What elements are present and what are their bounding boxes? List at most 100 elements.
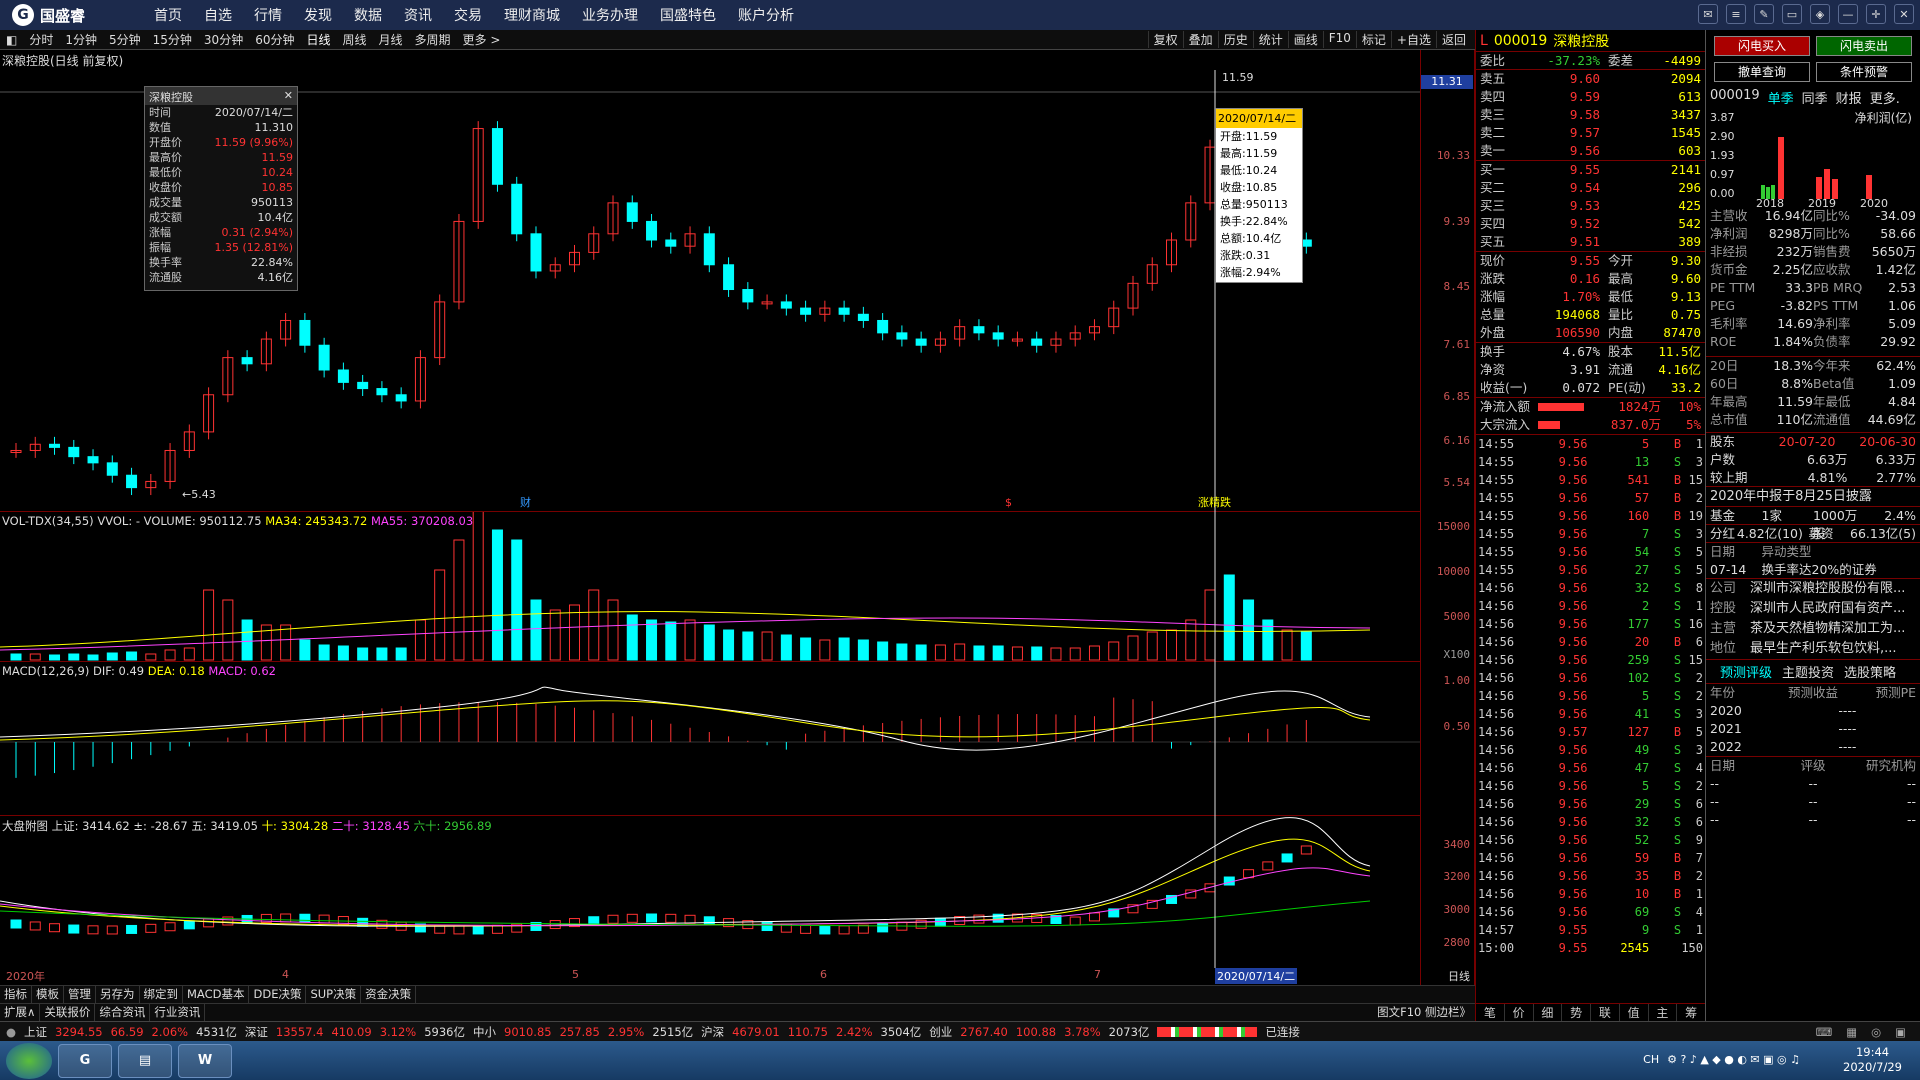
indicator-tool[interactable]: 绑定到 bbox=[140, 986, 183, 1003]
quote-tab[interactable]: 值 bbox=[1620, 1004, 1649, 1021]
period-tab[interactable]: 月线 bbox=[373, 31, 409, 48]
index-panel[interactable]: 大盘附图 上证: 3414.62 ±: -28.67 五: 3419.05 十:… bbox=[0, 816, 1420, 986]
quote-tab[interactable]: 笔 bbox=[1476, 1004, 1505, 1021]
nav-data[interactable]: 数据 bbox=[354, 5, 382, 25]
quote-tab[interactable]: 联 bbox=[1591, 1004, 1620, 1021]
period-tab[interactable]: 周线 bbox=[337, 31, 373, 48]
expand-button[interactable]: 扩展∧ bbox=[0, 1004, 41, 1021]
period-tab[interactable]: 60分钟 bbox=[249, 31, 300, 48]
ring-icon[interactable]: ◎ bbox=[1871, 1025, 1881, 1039]
tool-f10[interactable]: F10 bbox=[1322, 31, 1356, 48]
tab-related[interactable]: 关联报价 bbox=[40, 1004, 96, 1021]
indicator-tool[interactable]: MACD基本 bbox=[183, 986, 250, 1003]
wps-icon[interactable]: W bbox=[178, 1043, 232, 1078]
tab-theme[interactable]: 主题投资 bbox=[1782, 662, 1834, 681]
tab-news[interactable]: 综合资讯 bbox=[95, 1004, 151, 1021]
ask-level[interactable]: 卖二 9.57 1545 bbox=[1476, 124, 1705, 142]
keyboard-icon[interactable]: ⌨ bbox=[1816, 1025, 1833, 1039]
nav-trade[interactable]: 交易 bbox=[454, 5, 482, 25]
sidebar-toggle[interactable]: 图文F10 侧边栏》 bbox=[1373, 1004, 1475, 1021]
menu-icon[interactable]: ≡ bbox=[1726, 4, 1746, 24]
tab-quarter[interactable]: 单季 bbox=[1768, 88, 1794, 107]
message-icon[interactable]: ✉ bbox=[1698, 4, 1718, 24]
tab-industry[interactable]: 行业资讯 bbox=[150, 1004, 206, 1021]
period-tab[interactable]: 30分钟 bbox=[198, 31, 249, 48]
tab-more[interactable]: 更多. bbox=[1870, 88, 1900, 107]
tick-list[interactable]: 14:55 9.56 5 B 1 14:55 9.56 13 S 3 14:55 9.56 541 B 15… bbox=[1476, 435, 1705, 957]
nav-account[interactable]: 账户分析 bbox=[738, 5, 794, 25]
nav-mall[interactable]: 理财商城 bbox=[504, 5, 560, 25]
tab-strategy[interactable]: 选股策略 bbox=[1844, 662, 1896, 681]
close-icon[interactable]: ✕ bbox=[284, 89, 293, 103]
tool-overlay[interactable]: 叠加 bbox=[1182, 31, 1218, 48]
nav-features[interactable]: 国盛特色 bbox=[660, 5, 716, 25]
indicator-tool[interactable]: 模板 bbox=[32, 986, 64, 1003]
macd-chart[interactable] bbox=[0, 662, 1420, 816]
app-guosheng-icon[interactable]: G bbox=[58, 1043, 112, 1078]
quote-tab[interactable]: 价 bbox=[1505, 1004, 1534, 1021]
indicator-tool[interactable]: DDE决策 bbox=[249, 986, 307, 1003]
tab-report[interactable]: 财报 bbox=[1836, 88, 1862, 107]
nav-discover[interactable]: 发现 bbox=[304, 5, 332, 25]
tool-stats[interactable]: 统计 bbox=[1252, 31, 1288, 48]
nav-home[interactable]: 首页 bbox=[154, 5, 182, 25]
quote-tab[interactable]: 细 bbox=[1534, 1004, 1563, 1021]
ask-level[interactable]: 卖五 9.60 2094 bbox=[1476, 70, 1705, 88]
indicator-tool[interactable]: 管理 bbox=[64, 986, 96, 1003]
bid-level[interactable]: 买三 9.53 425 bbox=[1476, 197, 1705, 215]
ime-indicator[interactable]: CH bbox=[1643, 1053, 1659, 1066]
quote-tab[interactable]: 主 bbox=[1649, 1004, 1678, 1021]
condition-alert-button[interactable]: 条件预警 bbox=[1816, 62, 1912, 82]
period-tab-daily[interactable]: 日线 bbox=[300, 31, 336, 48]
folder-icon[interactable]: ▤ bbox=[118, 1043, 172, 1078]
window-icon[interactable]: ▣ bbox=[1895, 1025, 1906, 1039]
index-chart[interactable] bbox=[0, 816, 1420, 968]
bid-level[interactable]: 买五 9.51 389 bbox=[1476, 233, 1705, 251]
ask-level[interactable]: 卖四 9.59 613 bbox=[1476, 88, 1705, 106]
nav-watchlist[interactable]: 自选 bbox=[204, 5, 232, 25]
tool-draw[interactable]: 画线 bbox=[1287, 31, 1323, 48]
period-more[interactable]: 更多 > bbox=[457, 31, 507, 48]
stock-code[interactable]: 000019 bbox=[1494, 33, 1547, 49]
ask-level[interactable]: 卖一 9.56 603 bbox=[1476, 142, 1705, 160]
start-button[interactable] bbox=[6, 1042, 52, 1079]
tool-history[interactable]: 历史 bbox=[1217, 31, 1253, 48]
tools-icon[interactable]: ✎ bbox=[1754, 4, 1774, 24]
screen-icon[interactable]: ▭ bbox=[1782, 4, 1802, 24]
nav-market[interactable]: 行情 bbox=[254, 5, 282, 25]
indicator-tool[interactable]: 资金决策 bbox=[361, 986, 417, 1003]
bid-level[interactable]: 买四 9.52 542 bbox=[1476, 215, 1705, 233]
nav-business[interactable]: 业务办理 bbox=[582, 5, 638, 25]
layout-icon[interactable]: ◧ bbox=[0, 33, 23, 47]
quote-tab[interactable]: 势 bbox=[1562, 1004, 1591, 1021]
grid-icon[interactable]: ▦ bbox=[1846, 1025, 1857, 1039]
quote-tab[interactable]: 筹 bbox=[1677, 1004, 1706, 1021]
indicator-tool[interactable]: 另存为 bbox=[96, 986, 140, 1003]
period-tab[interactable]: 15分钟 bbox=[147, 31, 198, 48]
volume-panel[interactable]: VOL-TDX(34,55) VVOL: - VOLUME: 950112.75… bbox=[0, 494, 1420, 662]
flash-buy-button[interactable]: 闪电买入 bbox=[1714, 36, 1810, 56]
tool-back[interactable]: 返回 bbox=[1435, 31, 1471, 48]
period-tab[interactable]: 分时 bbox=[23, 31, 59, 48]
nav-news[interactable]: 资讯 bbox=[404, 5, 432, 25]
volume-chart[interactable] bbox=[0, 494, 1420, 662]
maximize-icon[interactable]: ✛ bbox=[1866, 4, 1886, 24]
indicator-tool[interactable]: SUP决策 bbox=[306, 986, 362, 1003]
cancel-query-button[interactable]: 撤单查询 bbox=[1714, 62, 1810, 82]
tool-add-watch[interactable]: +自选 bbox=[1390, 31, 1436, 48]
skin-icon[interactable]: ◈ bbox=[1810, 4, 1830, 24]
system-clock[interactable]: 19:44 2020/7/29 bbox=[1843, 1045, 1902, 1075]
indicator-tool[interactable]: 指标 bbox=[0, 986, 32, 1003]
bid-level[interactable]: 买二 9.54 296 bbox=[1476, 179, 1705, 197]
settings-icon[interactable]: ● bbox=[6, 1025, 16, 1039]
macd-panel[interactable]: MACD(12,26,9) DIF: 0.49 DEA: 0.18 MACD: … bbox=[0, 662, 1420, 816]
minimize-icon[interactable]: — bbox=[1838, 4, 1858, 24]
tool-mark[interactable]: 标记 bbox=[1355, 31, 1391, 48]
tab-same-quarter[interactable]: 同季 bbox=[1802, 88, 1828, 107]
tool-adjust[interactable]: 复权 bbox=[1147, 31, 1183, 48]
bid-level[interactable]: 买一 9.55 2141 bbox=[1476, 161, 1705, 179]
tray-icons[interactable]: ⚙ ? ♪ ▲ ◆ ● ◐ ✉ ▣ ◎ ♫ bbox=[1667, 1053, 1800, 1066]
ask-level[interactable]: 卖三 9.58 3437 bbox=[1476, 106, 1705, 124]
tab-forecast[interactable]: 预测评级 bbox=[1720, 662, 1772, 681]
close-icon[interactable]: ✕ bbox=[1894, 4, 1914, 24]
